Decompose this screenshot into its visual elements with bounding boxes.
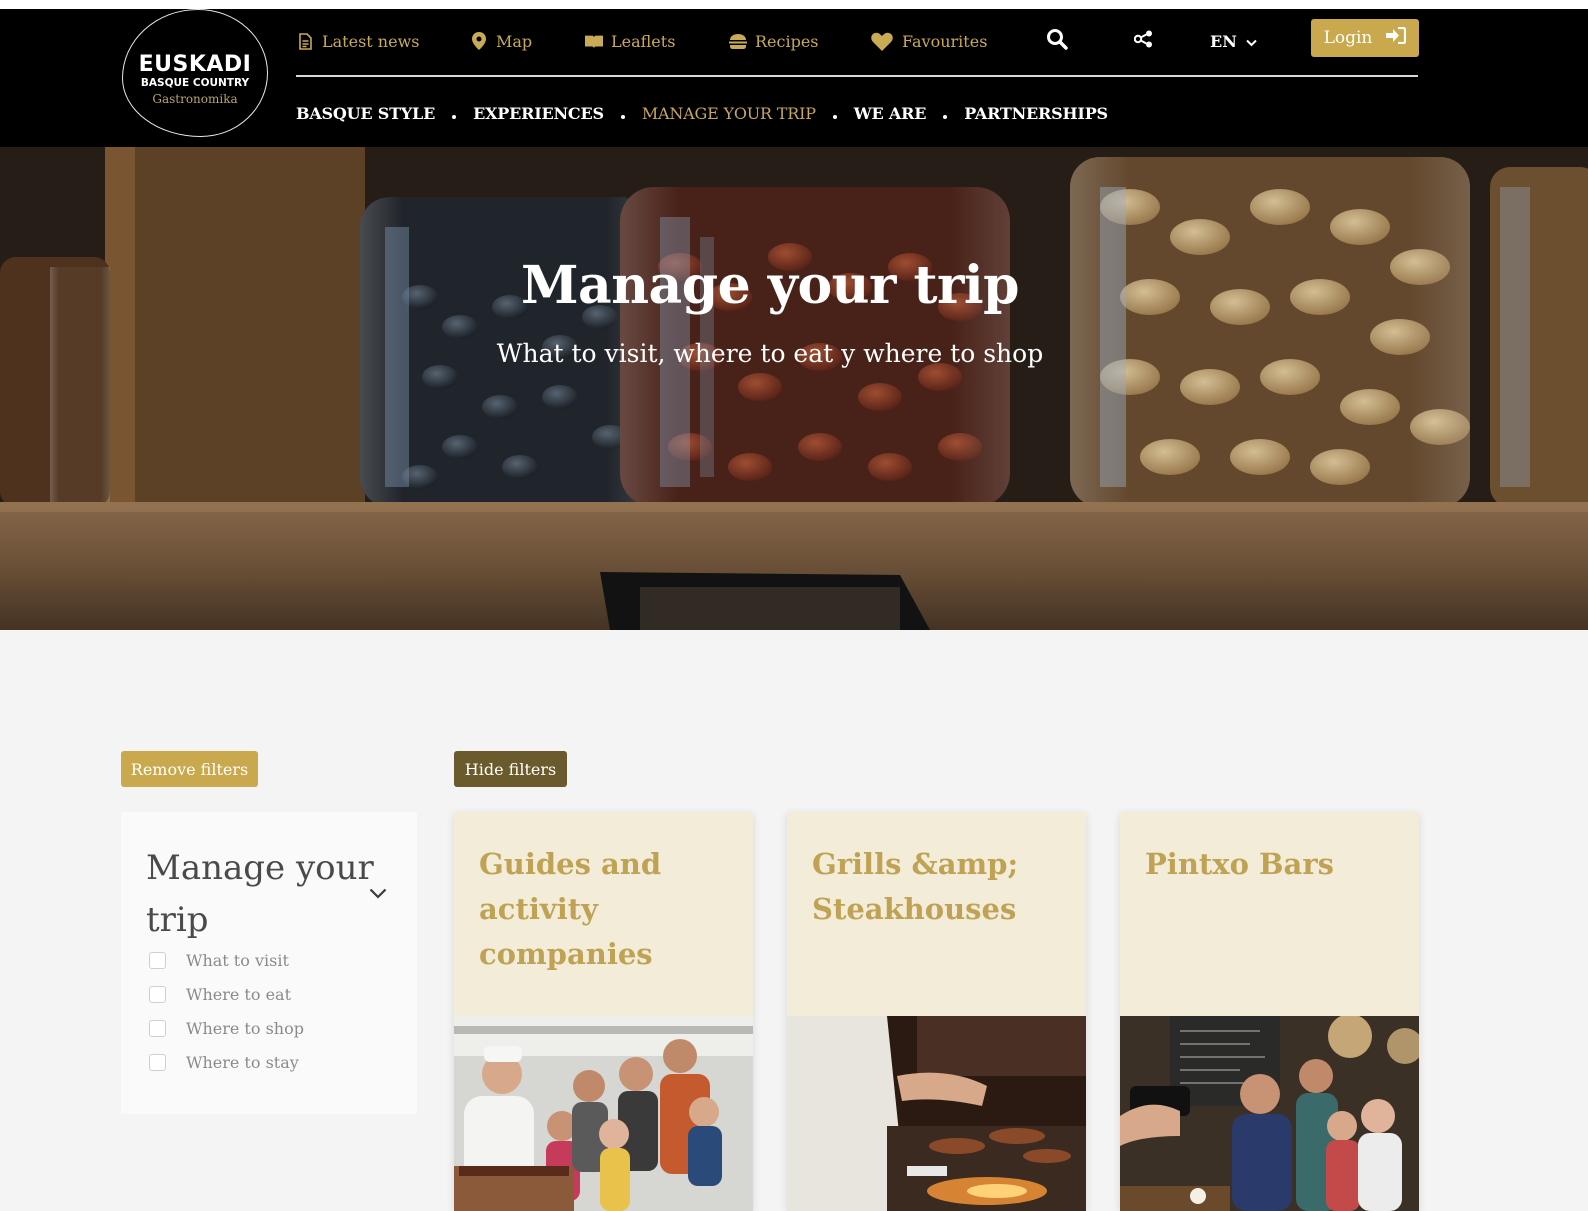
nav-separator xyxy=(452,115,457,119)
card-guides-activity-companies[interactable]: Guides and activity companies xyxy=(454,812,753,1211)
util-favourites-label: Favourites xyxy=(902,31,988,51)
card-image-pintxo-bars xyxy=(1120,1016,1419,1211)
util-recipes[interactable]: Recipes xyxy=(729,27,819,55)
hero-title: Manage your trip xyxy=(520,255,1020,316)
search-button[interactable] xyxy=(1043,27,1071,55)
filter-option-label: What to visit xyxy=(186,950,289,970)
card-image-guides xyxy=(454,1016,753,1211)
euskadi-logo[interactable]: EUSKADI BASQUE COUNTRY Gastronomika xyxy=(122,9,268,137)
filter-panel: Manage your trip What to visit Where to … xyxy=(121,812,417,1114)
hero-banner: Manage your trip What to visit, where to… xyxy=(0,147,1588,630)
util-latest-news-label: Latest news xyxy=(322,31,420,51)
card-grills-steakhouses[interactable]: Grills &amp; Steakhouses xyxy=(787,812,1086,1211)
util-leaflets[interactable]: Leaflets xyxy=(585,27,675,55)
document-icon xyxy=(296,32,314,50)
share-button[interactable] xyxy=(1130,27,1158,55)
site-header: EUSKADI BASQUE COUNTRY Gastronomika Late… xyxy=(0,9,1588,147)
logo-line-1: EUSKADI xyxy=(138,52,252,77)
nav-partnerships[interactable]: PARTNERSHIPS xyxy=(964,104,1108,123)
util-latest-news[interactable]: Latest news xyxy=(296,27,419,55)
share-icon xyxy=(1133,30,1154,52)
top-strip xyxy=(0,0,1588,9)
nav-we-are[interactable]: WE ARE xyxy=(854,104,927,123)
checkbox[interactable] xyxy=(149,951,166,969)
card-pintxo-bars[interactable]: Pintxo Bars xyxy=(1120,812,1419,1211)
login-label: Login xyxy=(1323,28,1373,48)
login-button[interactable]: Login xyxy=(1311,19,1419,57)
logo-line-3: Gastronomika xyxy=(152,92,238,106)
logo-line-2: BASQUE COUNTRY xyxy=(140,77,250,89)
sign-in-icon xyxy=(1386,26,1407,49)
hero-background-image xyxy=(0,147,1588,630)
nav-separator xyxy=(620,115,625,119)
nav-basque-style[interactable]: BASQUE STYLE xyxy=(296,104,435,123)
filter-option-where-to-stay[interactable]: Where to stay xyxy=(149,1052,299,1072)
checkbox[interactable] xyxy=(149,1019,166,1037)
nav-experiences[interactable]: EXPERIENCES xyxy=(473,104,604,123)
util-recipes-label: Recipes xyxy=(755,31,819,51)
header-divider xyxy=(296,75,1418,77)
heart-icon xyxy=(870,32,894,51)
remove-filters-button[interactable]: Remove filters xyxy=(121,751,258,787)
util-favourites[interactable]: Favourites xyxy=(870,27,987,55)
filter-option-where-to-eat[interactable]: Where to eat xyxy=(149,984,291,1004)
util-map-label: Map xyxy=(496,31,533,51)
nav-separator xyxy=(832,115,837,119)
filter-option-label: Where to eat xyxy=(186,984,292,1004)
checkbox[interactable] xyxy=(149,985,166,1003)
nav-separator xyxy=(943,115,948,119)
card-title: Guides and activity companies xyxy=(479,847,662,971)
burger-icon xyxy=(729,32,747,50)
language-label: EN xyxy=(1210,31,1237,51)
nav-manage-your-trip[interactable]: MANAGE YOUR TRIP xyxy=(642,104,816,123)
chevron-down-icon[interactable] xyxy=(369,884,387,903)
filter-option-what-to-visit[interactable]: What to visit xyxy=(149,950,289,970)
util-leaflets-label: Leaflets xyxy=(611,31,676,51)
filter-option-where-to-shop[interactable]: Where to shop xyxy=(149,1018,304,1038)
filter-option-label: Where to stay xyxy=(186,1052,299,1072)
filter-panel-title[interactable]: Manage your trip xyxy=(146,842,376,946)
search-icon xyxy=(1046,28,1068,54)
card-title: Pintxo Bars xyxy=(1145,847,1334,881)
main-nav: BASQUE STYLE EXPERIENCES MANAGE YOUR TRI… xyxy=(296,101,1108,125)
checkbox[interactable] xyxy=(149,1053,166,1071)
map-pin-icon xyxy=(470,32,488,50)
util-map[interactable]: Map xyxy=(470,27,532,55)
open-book-icon xyxy=(585,32,603,50)
hide-filters-button[interactable]: Hide filters xyxy=(454,751,567,787)
hero-subtitle: What to visit, where to eat y where to s… xyxy=(496,339,1044,368)
filter-option-label: Where to shop xyxy=(186,1018,304,1038)
language-selector[interactable]: EN xyxy=(1210,27,1257,55)
card-title: Grills &amp; Steakhouses xyxy=(812,847,1019,926)
chevron-down-icon xyxy=(1246,32,1257,51)
card-image-grills xyxy=(787,1016,1086,1211)
